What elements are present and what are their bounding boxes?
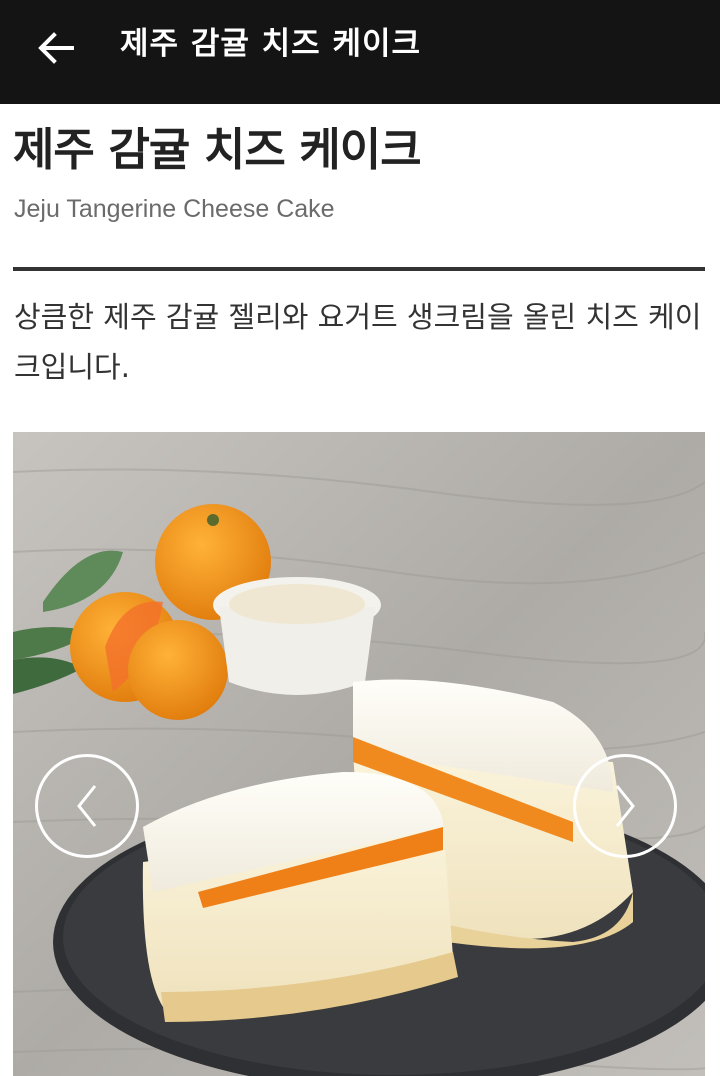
divider bbox=[13, 267, 705, 271]
product-title: 제주 감귤 치즈 케이크 bbox=[13, 123, 422, 176]
app-bar: 제주 감귤 치즈 케이크 bbox=[0, 0, 720, 104]
chevron-right-icon bbox=[615, 785, 635, 827]
prev-image-button[interactable] bbox=[35, 754, 139, 858]
appbar-title: 제주 감귤 치즈 케이크 bbox=[120, 26, 422, 62]
chevron-left-icon bbox=[77, 785, 97, 827]
next-image-button[interactable] bbox=[573, 754, 677, 858]
product-subtitle: Jeju Tangerine Cheese Cake bbox=[14, 195, 335, 223]
back-button[interactable] bbox=[30, 26, 82, 70]
product-description: 상큼한 제주 감귤 젤리와 요거트 생크림을 올린 치즈 케이크입니다. bbox=[14, 300, 702, 384]
arrow-left-icon bbox=[38, 32, 74, 64]
product-photo bbox=[13, 432, 705, 1076]
product-image-carousel[interactable] bbox=[13, 432, 705, 1076]
